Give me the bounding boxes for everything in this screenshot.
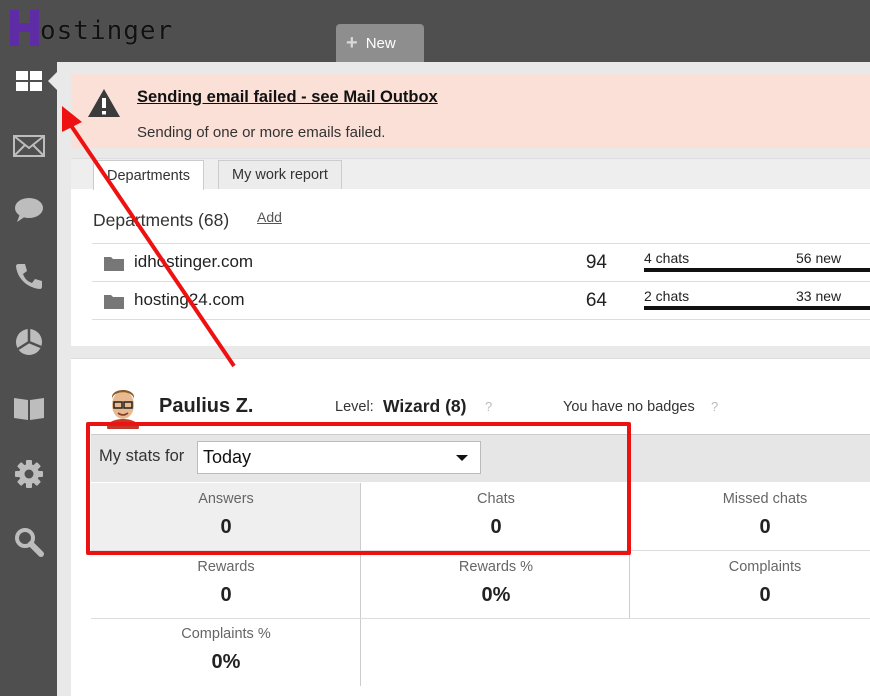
department-name: hosting24.com [134,290,245,309]
level-value: Wizard (8) [383,396,467,416]
divider [92,319,870,320]
stat-label: Missed chats [722,491,808,507]
stat-value: 0% [481,584,511,606]
stats-period-select[interactable]: Today [197,441,481,474]
user-name: Paulius Z. [159,395,254,417]
stat-value: 0 [759,584,771,606]
grid-divider [360,483,361,686]
stat-label: Answers [198,491,254,507]
stats-period-label: My stats for [99,447,185,465]
department-new: 33 new [796,288,842,304]
warning-icon [88,89,120,117]
stat-rewards-percent: Rewards % 0% [361,551,631,619]
folder-icon [104,257,124,271]
stats-period-value: Today [203,447,252,467]
active-indicator [48,72,57,90]
level-label: Level: [335,399,374,415]
department-name: idhostinger.com [134,252,254,271]
stat-complaints: Complaints 0 [630,551,870,619]
stat-label: Rewards [197,559,255,575]
badges-text: You have no badges [563,399,695,415]
top-bar: ostinger + New [0,0,870,62]
chevron-down-icon [456,455,468,461]
stat-complaints-percent: Complaints % 0% [91,618,361,686]
alert-message: Sending of one or more emails failed. [137,124,386,141]
folder-icon [104,295,124,309]
add-department-link[interactable]: Add [257,209,282,225]
department-progress-bar [644,306,870,310]
sidebar-item-mail[interactable] [0,126,57,166]
alert-banner: Sending email failed - see Mail Outbox S… [71,74,870,148]
stat-value: 0 [220,584,232,606]
stat-missed-chats: Missed chats 0 [630,483,870,551]
search-icon [14,528,44,557]
department-row[interactable]: hosting24.com 64 2 chats 33 new [92,281,870,319]
tab-departments[interactable]: Departments [93,160,205,190]
dashboard-icon [15,71,42,91]
sidebar-item-phone[interactable] [0,256,57,296]
reports-pie-icon [15,329,42,355]
department-chats: 2 chats [644,288,690,304]
sidebar-item-chat[interactable] [0,190,57,230]
grid-divider [91,618,870,619]
sidebar-item-reports[interactable] [0,322,57,362]
sidebar [0,62,57,696]
logo-text: ostinger [40,16,174,46]
new-tab-button[interactable]: + New [336,24,424,62]
alert-title-link[interactable]: Sending email failed - see Mail Outbox [137,88,438,107]
departments-title: Departments (68) [93,210,230,230]
sidebar-item-settings[interactable] [0,454,57,494]
stat-label: Chats [477,491,515,507]
stat-answers: Answers 0 [91,483,361,551]
stat-label: Complaints % [181,626,271,642]
badges-help-icon[interactable]: ? [711,399,718,414]
stat-value: 0% [211,651,241,673]
departments-panel: Departments My work report Departments (… [71,158,870,346]
department-progress-bar [644,268,870,272]
grid-divider [629,483,630,619]
plus-icon: + [346,32,358,54]
grid-divider [91,550,870,551]
tab-bar: Departments My work report [71,159,870,190]
stat-value: 0 [490,516,502,538]
stat-chats: Chats 0 [361,483,631,551]
department-row[interactable]: idhostinger.com 94 4 chats 56 new [92,243,870,281]
tab-my-work-report[interactable]: My work report [218,160,342,189]
stats-period-bar: My stats for Today [91,434,870,482]
stats-panel: Paulius Z. Level: Wizard (8) ? You have … [71,358,870,696]
department-count: 64 [585,290,607,311]
department-chats: 4 chats [644,250,690,266]
stat-value: 0 [759,516,771,538]
department-count: 94 [585,252,607,273]
avatar [107,390,139,429]
sidebar-item-search[interactable] [0,522,57,562]
mail-icon [12,135,45,157]
level-help-icon[interactable]: ? [485,399,492,414]
logo-h-mark [8,8,42,48]
knowledge-book-icon [13,398,44,420]
new-tab-label: New [365,34,396,52]
sidebar-item-knowledge[interactable] [0,388,57,428]
stat-value: 0 [220,516,232,538]
stat-label: Complaints [728,559,802,575]
settings-gear-icon [14,460,43,488]
main-content: Sending email failed - see Mail Outbox S… [57,62,870,696]
hostinger-logo[interactable]: ostinger [8,8,173,52]
stat-label: Rewards % [458,559,534,575]
chat-icon [14,198,43,222]
department-new: 56 new [796,250,842,266]
stat-rewards: Rewards 0 [91,551,361,619]
phone-icon [15,264,42,289]
